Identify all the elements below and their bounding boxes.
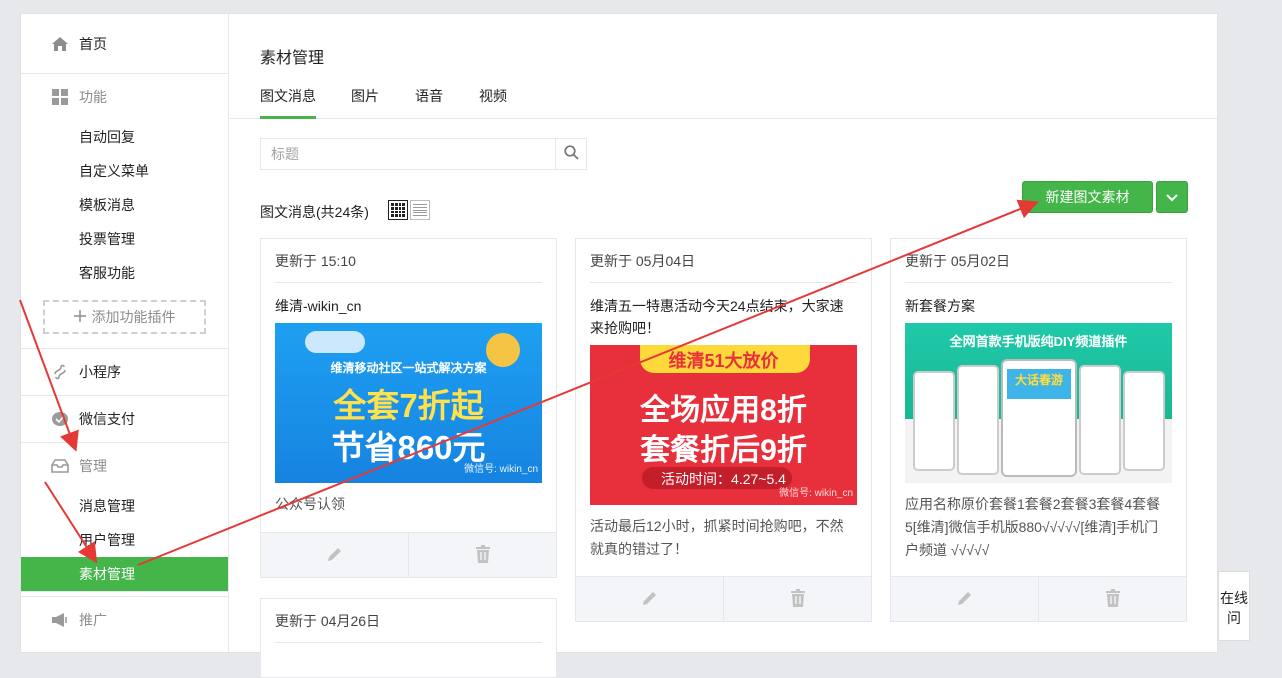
delete-button[interactable] <box>408 533 556 577</box>
cover-text: 大话春游 <box>1014 373 1063 387</box>
card-title[interactable]: 维清-wikin_cn <box>275 295 542 317</box>
card-title[interactable]: 维清五一特惠活动今天24点结束，大家速来抢购吧！ <box>590 295 857 339</box>
home-icon <box>51 35 69 53</box>
news-card: 更新于 05月04日 维清五一特惠活动今天24点结束，大家速来抢购吧！ 维清51… <box>575 238 872 622</box>
sidebar-head-wechat-pay: 微信支付 <box>21 396 228 442</box>
trash-icon <box>1105 588 1121 610</box>
inbox-icon <box>51 457 69 475</box>
search-button[interactable] <box>555 139 586 169</box>
cover-text: 全场应用8折 <box>640 394 807 427</box>
sidebar-item-promote[interactable]: 推广 <box>21 596 228 642</box>
sidebar-section-features: 功能 自动回复 自定义菜单 模板消息 投票管理 客服功能 添加功能插件 <box>21 74 228 349</box>
chevron-down-icon <box>1166 189 1178 205</box>
sidebar-head-label: 微信支付 <box>79 411 135 427</box>
app-window: 首页 功能 自动回复 自定义菜单 模板消息 投票管理 客服功能 添加功能插件 小… <box>20 13 1218 678</box>
tab-news[interactable]: 图文消息 <box>260 86 316 119</box>
pencil-icon <box>326 545 344 566</box>
page-title: 素材管理 <box>260 50 325 67</box>
mini-program-icon <box>51 363 69 381</box>
sidebar-item-wechat-pay[interactable]: 微信支付 <box>21 396 228 443</box>
add-plugin-label: 添加功能插件 <box>91 309 176 325</box>
cover-text: 全套7折起 <box>333 387 484 424</box>
card-date: 更新于 05月02日 <box>905 239 1172 283</box>
delete-button[interactable] <box>723 577 871 621</box>
tab-bar: 图文消息 图片 语音 视频 <box>230 78 1217 119</box>
sidebar-head-manage[interactable]: 管理 <box>21 443 228 489</box>
edit-button[interactable] <box>576 577 723 621</box>
cover-watermark: 微信号: wikin_cn <box>779 488 853 499</box>
sidebar-item-user-manage[interactable]: 用户管理 <box>21 523 228 557</box>
sidebar-item-message-manage[interactable]: 消息管理 <box>21 489 228 523</box>
news-count-label: 图文消息(共24条) <box>260 204 369 220</box>
list-view-icon[interactable] <box>410 200 430 220</box>
news-card: 更新于 15:10 维清-wikin_cn 维清移动社区一站式解决方案 全套7折… <box>260 238 557 578</box>
main-content: 素材管理 图文消息 图片 语音 视频 图文消息(共24条) 新建图文素材 <box>230 14 1217 678</box>
grid-view-icon[interactable] <box>388 200 408 220</box>
card-cover-image[interactable]: 维清51大放价 全场应用8折 套餐折后9折 活动时间：4.27~5.4 微信号:… <box>590 345 857 505</box>
sidebar-head-mini-program: 小程序 <box>21 349 228 395</box>
wechat-pay-icon <box>51 410 69 428</box>
online-chat-tab[interactable]: 在线问 <box>1218 571 1250 641</box>
search-box <box>260 138 587 170</box>
card-cover-image[interactable]: 全网首款手机版纯DIY频道插件 大话春游 <box>905 323 1172 483</box>
sidebar: 首页 功能 自动回复 自定义菜单 模板消息 投票管理 客服功能 添加功能插件 小… <box>21 14 229 652</box>
delete-button[interactable] <box>1038 577 1186 621</box>
card-description: 公众号认领 <box>275 496 345 512</box>
pencil-icon <box>641 589 659 610</box>
card-date: 更新于 15:10 <box>275 239 542 283</box>
edit-button[interactable] <box>891 577 1038 621</box>
new-news-button[interactable]: 新建图文素材 <box>1022 181 1153 213</box>
tab-image[interactable]: 图片 <box>351 86 379 119</box>
new-dropdown-button[interactable] <box>1156 181 1188 213</box>
cover-text: 全网首款手机版纯DIY频道插件 <box>949 334 1128 349</box>
cover-text: 套餐折后9折 <box>640 434 807 467</box>
tab-voice[interactable]: 语音 <box>415 86 443 119</box>
cover-watermark: 微信号: wikin_cn <box>464 464 538 475</box>
sidebar-head-label: 小程序 <box>79 364 121 380</box>
trash-icon <box>475 544 491 566</box>
sidebar-item-home[interactable]: 首页 <box>21 14 228 74</box>
search-input[interactable] <box>261 139 555 169</box>
sidebar-section-manage: 管理 消息管理 用户管理 素材管理 <box>21 443 228 592</box>
edit-button[interactable] <box>261 533 408 577</box>
sidebar-item-material-manage[interactable]: 素材管理 <box>21 557 228 591</box>
plus-icon <box>73 309 86 325</box>
add-plugin-button[interactable]: 添加功能插件 <box>43 300 206 334</box>
card-actions <box>891 576 1186 621</box>
tab-video[interactable]: 视频 <box>479 86 507 119</box>
news-card: 更新于 05月02日 新套餐方案 全网首款手机版纯DIY频道插件 大话春游 应用… <box>890 238 1187 622</box>
card-title[interactable]: 新套餐方案 <box>905 295 1172 317</box>
card-date: 更新于 04月26日 <box>275 599 542 643</box>
sidebar-item-custom-menu[interactable]: 自定义菜单 <box>21 154 228 188</box>
sidebar-item-mini-program[interactable]: 小程序 <box>21 349 228 396</box>
search-icon <box>563 145 579 163</box>
grid-icon <box>51 88 69 106</box>
sidebar-item-template-msg[interactable]: 模板消息 <box>21 188 228 222</box>
sidebar-head-label: 功能 <box>79 89 107 105</box>
sidebar-item-vote[interactable]: 投票管理 <box>21 222 228 256</box>
cover-text: 维清51大放价 <box>668 351 779 371</box>
trash-icon <box>790 588 806 610</box>
sidebar-item-auto-reply[interactable]: 自动回复 <box>21 120 228 154</box>
card-cover-image[interactable]: 维清移动社区一站式解决方案 全套7折起 节省860元 微信号: wikin_cn <box>275 323 542 483</box>
card-description: 活动最后12小时，抓紧时间抢购吧，不然就真的错过了！ <box>590 518 844 557</box>
pencil-icon <box>956 589 974 610</box>
sidebar-item-customer-service[interactable]: 客服功能 <box>21 256 228 290</box>
sidebar-head-label: 推广 <box>79 611 107 628</box>
card-actions <box>576 576 871 621</box>
card-date: 更新于 05月04日 <box>590 239 857 283</box>
sidebar-head-features[interactable]: 功能 <box>21 74 228 120</box>
card-description: 应用名称原价套餐1套餐2套餐3套餐4套餐5[维清]微信手机版880√√√√√[维… <box>905 496 1161 558</box>
sidebar-item-label: 首页 <box>79 35 107 52</box>
card-actions <box>261 532 556 577</box>
megaphone-icon <box>51 611 69 629</box>
cover-text: 维清移动社区一站式解决方案 <box>330 361 487 375</box>
news-card: 更新于 04月26日 <box>260 598 557 678</box>
sidebar-head-label: 管理 <box>79 458 107 474</box>
